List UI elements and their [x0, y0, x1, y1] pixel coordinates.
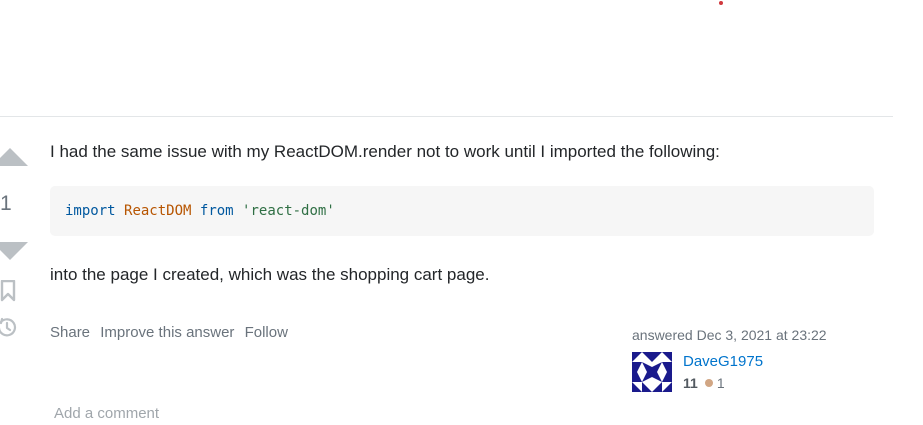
user-stats: 11 1: [683, 375, 725, 391]
bookmark-icon[interactable]: [0, 280, 18, 302]
answer-paragraph: into the page I created, which was the s…: [50, 265, 490, 284]
answer-divider: [0, 116, 893, 117]
post-menu: Share Improve this answer Follow: [50, 324, 294, 341]
improve-answer-link[interactable]: Improve this answer: [100, 324, 234, 341]
reputation-score: 11: [683, 375, 698, 391]
code-keyword: from: [199, 203, 234, 219]
vote-down-icon[interactable]: [0, 242, 28, 260]
answer-paragraph: I had the same issue with my ReactDOM.re…: [50, 142, 720, 161]
history-icon[interactable]: [0, 316, 18, 338]
vote-up-icon[interactable]: [0, 148, 28, 166]
code-keyword: import: [65, 203, 116, 219]
answered-label: answered: [632, 327, 693, 343]
notification-dot: [719, 1, 723, 5]
bronze-badge-count: 1: [716, 375, 725, 391]
share-link[interactable]: Share: [50, 324, 90, 341]
code-identifier: ReactDOM: [124, 203, 192, 219]
answered-date[interactable]: Dec 3, 2021 at 23:22: [697, 327, 827, 343]
follow-link[interactable]: Follow: [245, 324, 288, 341]
add-comment-link[interactable]: Add a comment: [54, 405, 159, 422]
code-line: import ReactDOM from 'react-dom': [65, 202, 335, 220]
avatar[interactable]: [632, 352, 672, 392]
answered-timestamp: answered Dec 3, 2021 at 23:22: [632, 327, 827, 343]
code-block: import ReactDOM from 'react-dom': [50, 186, 874, 236]
vote-count: 1: [0, 192, 12, 215]
code-string: 'react-dom': [242, 203, 335, 219]
bronze-badge-icon: [704, 379, 713, 387]
user-name-link[interactable]: DaveG1975: [683, 353, 763, 370]
